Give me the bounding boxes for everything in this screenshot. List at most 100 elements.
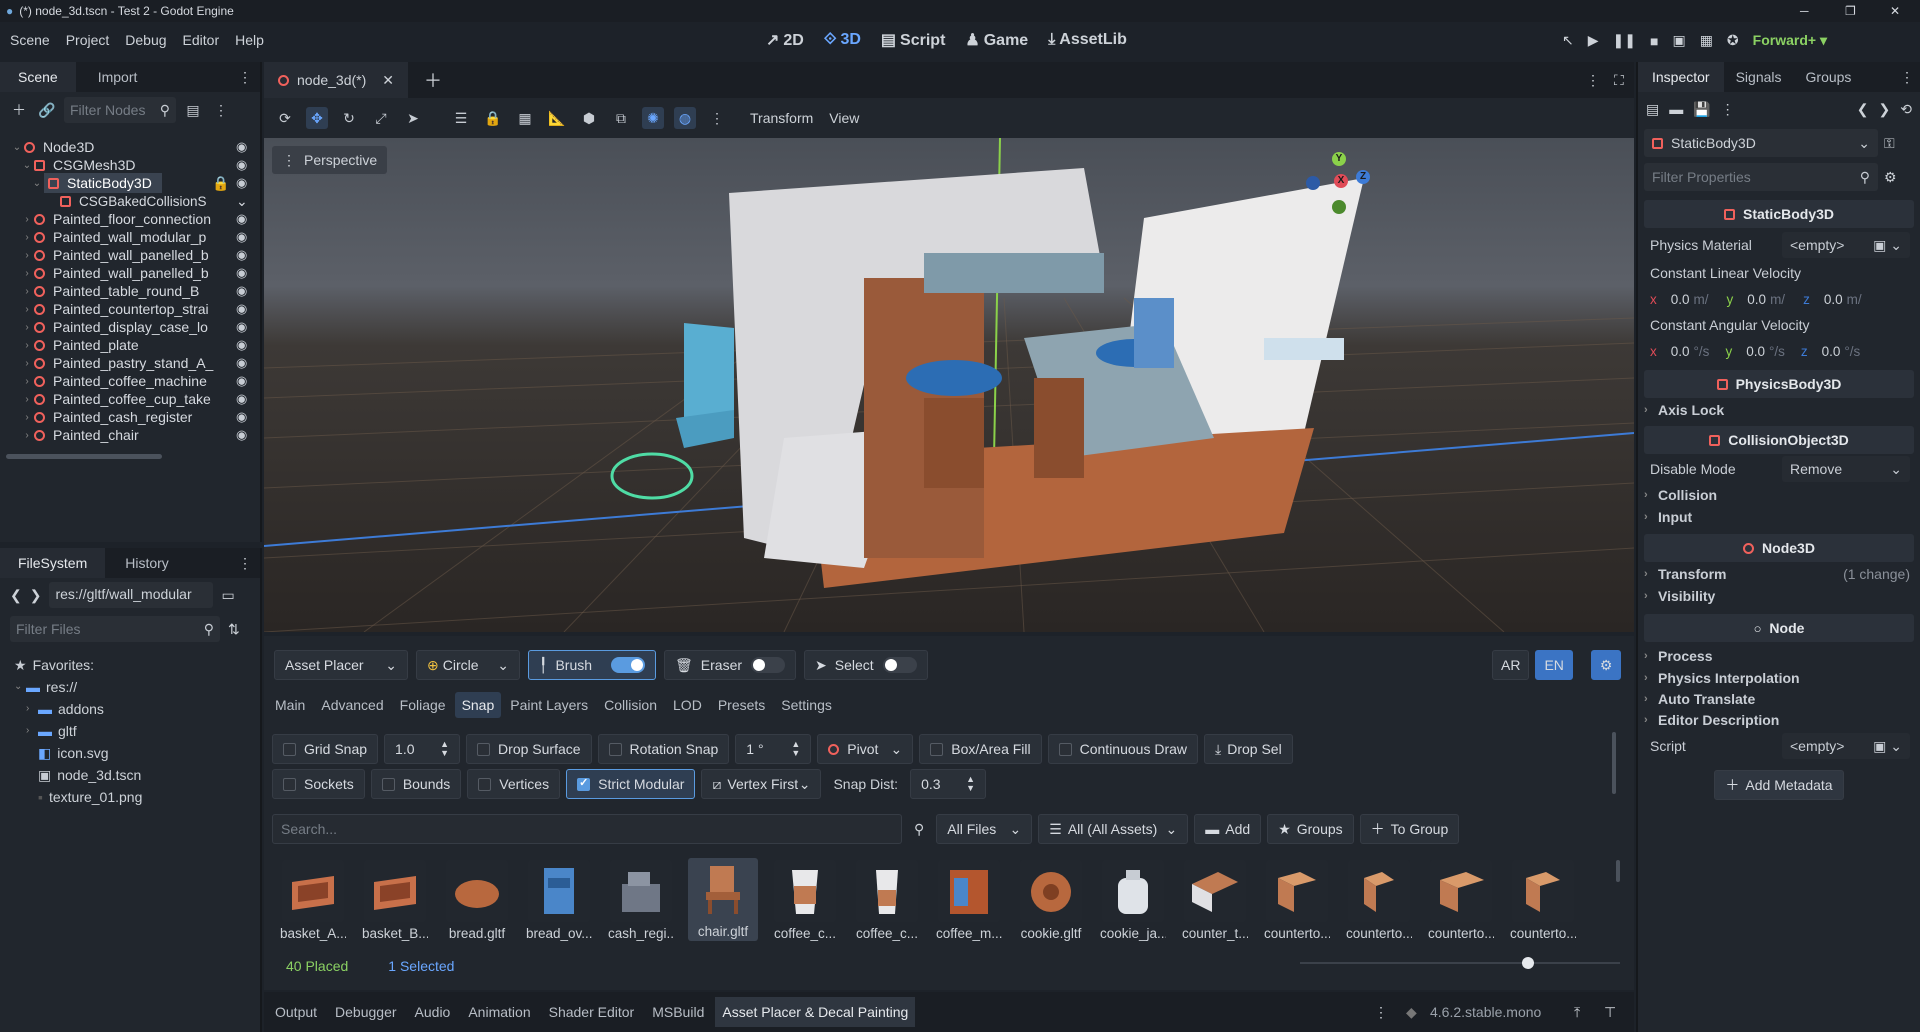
group-icon[interactable]: ▦ [514, 107, 536, 129]
asset-tile[interactable]: counterto... [1264, 860, 1330, 941]
history-forward-icon[interactable]: ❯ [1879, 101, 1891, 118]
tab-output[interactable]: Output [268, 999, 324, 1025]
bounds-checkbox[interactable]: Bounds [370, 769, 462, 799]
filter-files-input[interactable]: Filter Files ⚲ [10, 616, 220, 642]
gizmo-x[interactable]: X [1334, 174, 1348, 188]
local-space-icon[interactable]: ⬢ [578, 107, 600, 129]
vertex-first-select[interactable]: ⧄ Vertex First ⌄ [701, 769, 822, 799]
visibility-eye-icon[interactable]: ◉ [236, 409, 247, 425]
angular-z-value[interactable]: 0.0 [1822, 344, 1841, 359]
mode-select[interactable]: Asset Placer ⌄ [274, 650, 408, 680]
all-assets-select[interactable]: ☰ All (All Assets) ⌄ [1038, 814, 1189, 844]
asset-tile[interactable]: counterto... [1428, 860, 1494, 941]
group-auto-translate[interactable]: › Auto Translate [1644, 688, 1914, 710]
folder-item[interactable]: › ▬ addons [14, 698, 260, 720]
expand-panel-icon[interactable]: ⊤ [1604, 1004, 1616, 1021]
visibility-eye-icon[interactable]: ◉ [236, 373, 247, 389]
workspace-2d[interactable]: ↗ 2D [766, 30, 804, 50]
continuous-draw-checkbox[interactable]: Continuous Draw [1047, 734, 1199, 764]
tab-lod[interactable]: LOD [666, 692, 709, 718]
path-field[interactable]: res://gltf/wall_modular [49, 582, 214, 608]
physics-material-field[interactable]: <empty> ▣ ⌄ [1782, 232, 1910, 258]
snap-dist-spinbox[interactable]: 0.3 ▲ ▼ [910, 769, 987, 799]
settings-tune-button[interactable]: ⚙ [1590, 650, 1622, 680]
more-icon[interactable]: ⋮ [210, 99, 232, 121]
menu-project[interactable]: Project [66, 32, 110, 48]
play-icon[interactable]: ▶ [1588, 32, 1599, 49]
select-toggle[interactable]: ➤ Select [804, 650, 928, 680]
orientation-gizmo[interactable]: Y Z X [1304, 152, 1376, 222]
thumbnail-scrollbar[interactable] [1616, 860, 1620, 882]
drop-sel-button[interactable]: ⤓ Drop Sel [1204, 734, 1293, 764]
tab-shader-editor[interactable]: Shader Editor [542, 999, 642, 1025]
asset-tile[interactable]: basket_A.... [280, 860, 346, 941]
menu-debug[interactable]: Debug [125, 32, 166, 48]
linear-x-value[interactable]: 0.0 [1671, 292, 1690, 307]
eraser-toggle[interactable]: 🗑 Eraser [664, 650, 796, 680]
visibility-eye-icon[interactable]: ◉ [236, 157, 247, 173]
slider-handle[interactable] [1522, 957, 1534, 969]
new-resource-icon[interactable]: ▤ [1646, 101, 1659, 118]
visibility-eye-icon[interactable]: ◉ [236, 229, 247, 245]
pivot-select[interactable]: Pivot ⌄ [817, 734, 914, 764]
sort-icon[interactable]: ⇅ [228, 621, 240, 638]
renderer-select[interactable]: Forward+ ▾ [1753, 32, 1827, 49]
workspace-3d[interactable]: ⟐ 3D [824, 31, 861, 49]
tab-advanced[interactable]: Advanced [314, 692, 390, 718]
tab-debugger[interactable]: Debugger [328, 999, 404, 1025]
node-selector[interactable]: StaticBody3D ⌄ [1644, 129, 1878, 157]
visibility-eye-icon[interactable]: ◉ [236, 337, 247, 353]
tab-scene[interactable]: Scene [0, 62, 76, 92]
gizmo-neg-y[interactable] [1332, 200, 1346, 214]
add-button[interactable]: ▬ Add [1194, 814, 1262, 844]
filter-nodes-input[interactable]: Filter Nodes ⚲ [64, 97, 176, 123]
asset-tile[interactable]: counter_t... [1182, 860, 1248, 941]
asset-tile[interactable]: cookie.gltf [1018, 860, 1084, 941]
gizmo-neg-z[interactable] [1306, 176, 1320, 190]
toggle-on[interactable] [611, 657, 645, 673]
more-icon[interactable]: ⋮ [1721, 101, 1735, 118]
rotation-step-spinbox[interactable]: 1 ° ▲ ▼ [735, 734, 812, 764]
script-field[interactable]: <empty> ▣ ⌄ [1782, 733, 1910, 759]
environment-icon[interactable]: ◍ [674, 107, 696, 129]
visibility-eye-icon[interactable]: ◉ [236, 301, 247, 317]
visibility-eye-icon[interactable]: ◉ [236, 247, 247, 263]
view-menu[interactable]: View [829, 110, 859, 126]
section-node3d[interactable]: Node3D [1644, 534, 1914, 562]
workspace-script[interactable]: ▤ Script [881, 30, 945, 50]
group-input[interactable]: › Input [1644, 506, 1914, 528]
workspace-game[interactable]: ♟ Game [965, 30, 1028, 50]
strict-modular-checkbox[interactable]: Strict Modular [566, 769, 696, 799]
pin-icon[interactable]: ⤒ [1574, 1004, 1580, 1021]
minimize-button[interactable]: ─ [1800, 4, 1809, 18]
workspace-assetlib[interactable]: ⤓ AssetLib [1048, 31, 1127, 49]
open-folder-icon[interactable]: ▬ [1669, 101, 1683, 117]
favorites-item[interactable]: ★ Favorites: [14, 654, 260, 676]
lang-en-button[interactable]: EN [1535, 650, 1573, 680]
asset-tile[interactable]: coffee_m... [936, 860, 1002, 941]
brush-toggle[interactable]: ╿ Brush [528, 650, 656, 680]
tab-asset-placer[interactable]: Asset Placer & Decal Painting [715, 997, 916, 1027]
transform-menu[interactable]: Transform [750, 110, 813, 126]
angular-y-value[interactable]: 0.0 [1746, 344, 1765, 359]
tab-presets[interactable]: Presets [711, 692, 772, 718]
box-fill-checkbox[interactable]: Box/Area Fill [919, 734, 1042, 764]
attach-script-icon[interactable]: ▤ [182, 99, 204, 121]
tree-node[interactable]: › Painted_chair ◉ [0, 424, 256, 446]
folder-item[interactable]: › ▬ gltf [14, 720, 260, 742]
asset-search-input[interactable]: Search... [272, 814, 902, 844]
asset-tile[interactable]: coffee_c... [772, 860, 838, 941]
dock-menu-icon[interactable]: ⋮ [238, 69, 252, 86]
toggle-off[interactable] [751, 657, 785, 673]
asset-tile[interactable]: cash_regi... [608, 860, 674, 941]
vertical-scrollbar[interactable] [1612, 732, 1616, 794]
tab-signals[interactable]: Signals [1724, 64, 1794, 90]
save-icon[interactable]: 💾 [1693, 101, 1710, 118]
visibility-eye-icon[interactable]: ◉ [236, 319, 247, 335]
pointer-icon[interactable]: ➤ [402, 107, 424, 129]
history-back-icon[interactable]: ❮ [1857, 101, 1869, 118]
dock-menu-icon[interactable]: ⋮ [1900, 69, 1914, 86]
all-files-select[interactable]: All Files ⌄ [936, 814, 1033, 844]
tab-foliage[interactable]: Foliage [393, 692, 453, 718]
link-icon[interactable]: 🔗 [36, 99, 58, 121]
